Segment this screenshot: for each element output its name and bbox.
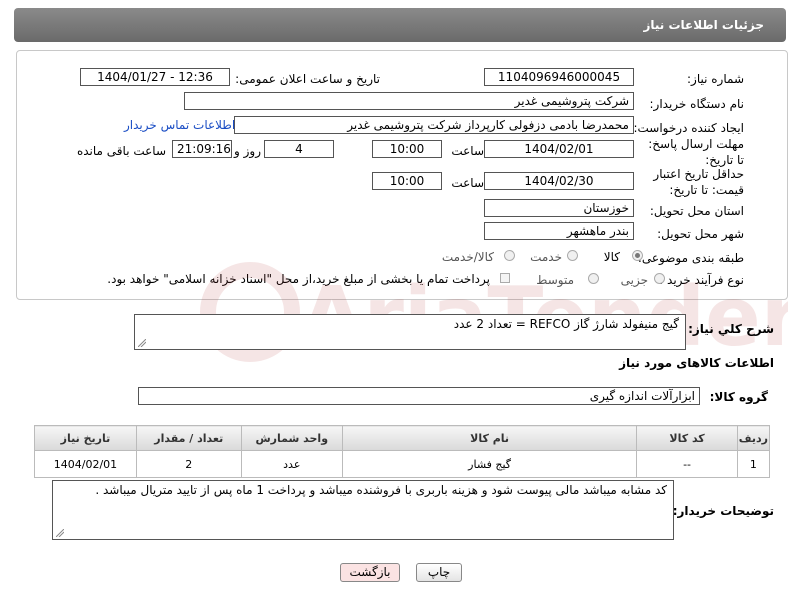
buyer-notes-text: کد مشابه میباشد مالی پیوست شود و هزینه ب… xyxy=(95,483,667,497)
announce-field: 1404/01/27 - 12:36 xyxy=(80,68,230,86)
creator-label: ایجاد کننده درخواست: xyxy=(633,121,744,135)
goods-section-title: اطلاعات کالاهای مورد نیاز xyxy=(619,356,774,370)
remaining-time-field: 21:09:16 xyxy=(172,140,232,158)
table-row: 1 -- گیج فشار عدد 2 1404/02/01 xyxy=(34,450,771,478)
goods-group-label: گروه کالا: xyxy=(709,390,768,404)
col-header-qty: تعداد / مقدار xyxy=(135,425,242,451)
cell-row: 1 xyxy=(736,450,771,478)
col-header-name: نام کالا xyxy=(341,425,638,451)
page-header: جزئیات اطلاعات نیاز xyxy=(14,8,786,42)
price-time-field: 10:00 xyxy=(372,172,442,190)
resize-grip-icon xyxy=(56,529,64,537)
table-header-row: ردیف کد کالا نام کالا واحد شمارش تعداد /… xyxy=(34,425,771,451)
cell-unit: عدد xyxy=(240,450,343,478)
city-label: شهر محل تحویل: xyxy=(657,227,744,241)
cell-code: -- xyxy=(636,450,738,478)
reply-date-field: 1404/02/01 xyxy=(484,140,634,158)
province-field: خوزستان xyxy=(484,199,634,217)
days-label: روز و xyxy=(234,144,261,158)
days-field: 4 xyxy=(264,140,334,158)
col-header-code: کد کالا xyxy=(636,425,738,451)
remaining-label: ساعت باقی مانده xyxy=(76,144,166,158)
province-label: استان محل تحویل: xyxy=(649,204,744,218)
col-header-row: ردیف xyxy=(736,425,771,451)
description-label: شرح کلي نياز: xyxy=(688,322,774,336)
col-header-date: تاریخ نیاز xyxy=(34,425,137,451)
reply-time-label: ساعت xyxy=(451,144,484,158)
goods-group-field: ابزارآلات اندازه گیری xyxy=(138,387,700,405)
buyer-notes-label: توضیحات خریدار: xyxy=(672,504,774,518)
description-textarea[interactable]: گیج منیفولد شارژ گاز REFCO = تعداد 2 عدد xyxy=(134,314,686,350)
price-validity-label: حداقل تاریخ اعتبار قیمت: تا تاریخ: xyxy=(653,167,744,197)
buyer-contact-link[interactable]: اطلاعات تماس خریدار xyxy=(124,118,235,132)
price-time-label: ساعت xyxy=(451,176,484,190)
print-button[interactable]: چاپ xyxy=(416,563,462,582)
reply-time-field: 10:00 xyxy=(372,140,442,158)
resize-grip-icon xyxy=(138,339,146,347)
city-field: بندر ماهشهر xyxy=(484,222,634,240)
buyer-org-field: شرکت پتروشیمی غدیر xyxy=(184,92,634,110)
description-text: گیج منیفولد شارژ گاز REFCO = تعداد 2 عدد xyxy=(453,317,679,331)
cell-date: 1404/02/01 xyxy=(34,450,137,478)
price-date-field: 1404/02/30 xyxy=(484,172,634,190)
cell-name: گیج فشار xyxy=(341,450,638,478)
page-title: جزئیات اطلاعات نیاز xyxy=(643,18,764,32)
items-table: ردیف کد کالا نام کالا واحد شمارش تعداد /… xyxy=(34,425,771,478)
reply-deadline-label: مهلت ارسال پاسخ: تا تاریخ: xyxy=(648,137,744,167)
need-number-field: 1104096946000045 xyxy=(484,68,634,86)
cell-qty: 2 xyxy=(135,450,242,478)
announce-label: تاریخ و ساعت اعلان عمومی: xyxy=(235,72,380,86)
back-button[interactable]: بازگشت xyxy=(340,563,400,582)
creator-field: محمدرضا بادمی دزفولی کارپرداز شرکت پتروش… xyxy=(234,116,634,134)
buyer-notes-textarea[interactable]: کد مشابه میباشد مالی پیوست شود و هزینه ب… xyxy=(52,480,674,540)
buyer-org-label: نام دستگاه خریدار: xyxy=(649,97,745,111)
need-number-label: شماره نیاز: xyxy=(687,72,744,86)
col-header-unit: واحد شمارش xyxy=(240,425,343,451)
